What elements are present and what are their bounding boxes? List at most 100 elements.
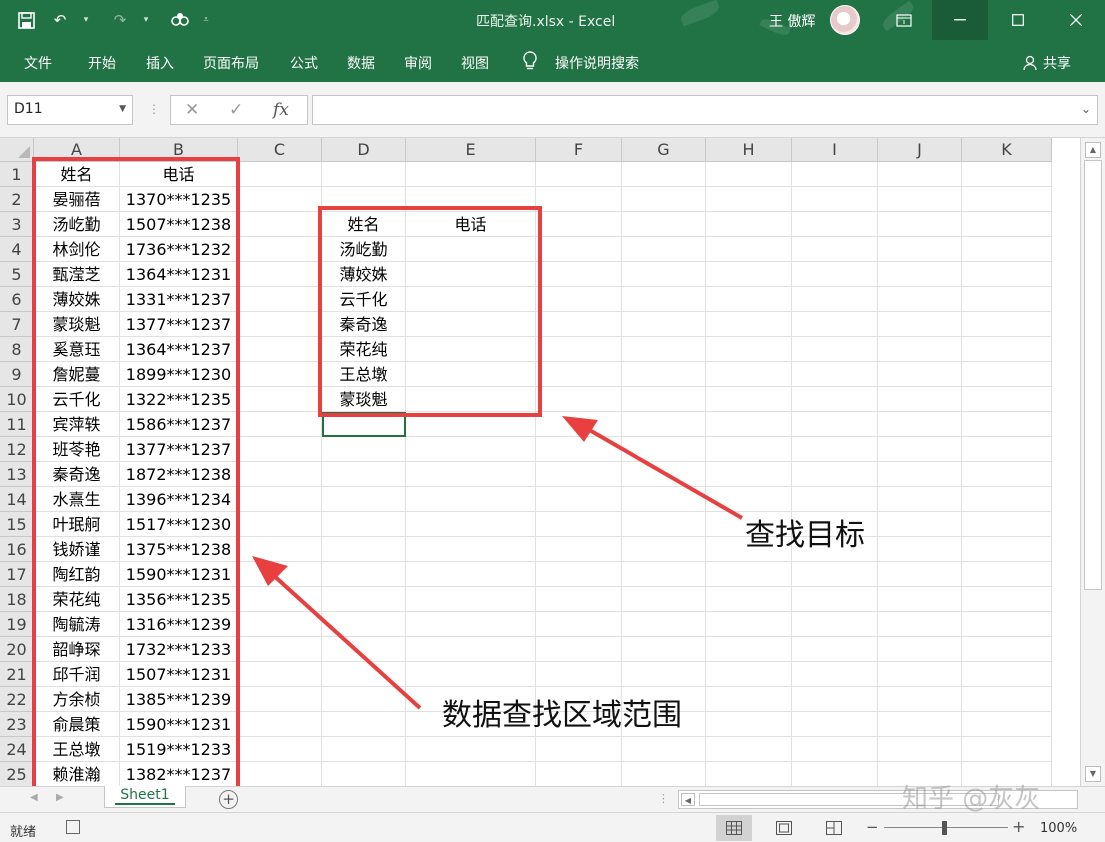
redo-dropdown-icon[interactable]: ▾ bbox=[134, 8, 158, 32]
scroll-thumb[interactable] bbox=[1084, 160, 1102, 590]
cell-G8[interactable] bbox=[622, 337, 706, 362]
cell-F20[interactable] bbox=[536, 637, 622, 662]
cell-G4[interactable] bbox=[622, 237, 706, 262]
cell-G20[interactable] bbox=[622, 637, 706, 662]
cell-C21[interactable] bbox=[238, 662, 322, 687]
cell-K8[interactable] bbox=[962, 337, 1052, 362]
row-header[interactable]: 20 bbox=[0, 637, 34, 662]
cell-C9[interactable] bbox=[238, 362, 322, 387]
zoom-level[interactable]: 100% bbox=[1040, 821, 1077, 836]
cell-G2[interactable] bbox=[622, 187, 706, 212]
row-header[interactable]: 4 bbox=[0, 237, 34, 262]
cell-I17[interactable] bbox=[792, 562, 878, 587]
cell-F6[interactable] bbox=[536, 287, 622, 312]
cell-J24[interactable] bbox=[878, 737, 962, 762]
cell-H10[interactable] bbox=[706, 387, 792, 412]
cell-J7[interactable] bbox=[878, 312, 962, 337]
chevron-down-icon[interactable]: ▼ bbox=[119, 104, 126, 114]
user-name[interactable]: 王 傲辉 bbox=[769, 11, 815, 31]
cell-C11[interactable] bbox=[238, 412, 322, 437]
cell-K3[interactable] bbox=[962, 212, 1052, 237]
cell-E16[interactable] bbox=[406, 537, 536, 562]
cell-J22[interactable] bbox=[878, 687, 962, 712]
cell-G11[interactable] bbox=[622, 412, 706, 437]
avatar[interactable] bbox=[830, 5, 860, 35]
row-header[interactable]: 19 bbox=[0, 612, 34, 637]
cell-H13[interactable] bbox=[706, 462, 792, 487]
cell-C18[interactable] bbox=[238, 587, 322, 612]
enter-icon[interactable]: ✓ bbox=[229, 100, 243, 120]
cell-G9[interactable] bbox=[622, 362, 706, 387]
cell-C16[interactable] bbox=[238, 537, 322, 562]
cell-H14[interactable] bbox=[706, 487, 792, 512]
prev-sheet-icon[interactable]: ◀ bbox=[30, 792, 38, 803]
cell-I23[interactable] bbox=[792, 712, 878, 737]
save-icon[interactable] bbox=[14, 8, 38, 32]
cell-G13[interactable] bbox=[622, 462, 706, 487]
ribbon-display-options-icon[interactable] bbox=[876, 0, 932, 40]
cell-I21[interactable] bbox=[792, 662, 878, 687]
splitter-icon[interactable]: ⋮ bbox=[148, 102, 160, 116]
column-header[interactable]: G bbox=[622, 138, 706, 162]
cell-I11[interactable] bbox=[792, 412, 878, 437]
cell-G17[interactable] bbox=[622, 562, 706, 587]
cell-J23[interactable] bbox=[878, 712, 962, 737]
cell-G14[interactable] bbox=[622, 487, 706, 512]
cell-J6[interactable] bbox=[878, 287, 962, 312]
cell-I14[interactable] bbox=[792, 487, 878, 512]
cell-C14[interactable] bbox=[238, 487, 322, 512]
next-sheet-icon[interactable]: ▶ bbox=[56, 792, 64, 803]
cell-J19[interactable] bbox=[878, 612, 962, 637]
cell-G15[interactable] bbox=[622, 512, 706, 537]
column-header[interactable]: D bbox=[322, 138, 406, 162]
cell-E25[interactable] bbox=[406, 762, 536, 786]
row-header[interactable]: 8 bbox=[0, 337, 34, 362]
cell-C19[interactable] bbox=[238, 612, 322, 637]
row-header[interactable]: 6 bbox=[0, 287, 34, 312]
tab-data[interactable]: 数据 bbox=[347, 53, 375, 73]
cell-G6[interactable] bbox=[622, 287, 706, 312]
splitter-icon[interactable]: ⋮ bbox=[658, 792, 669, 805]
cell-C2[interactable] bbox=[238, 187, 322, 212]
redo-icon[interactable]: ↷ bbox=[108, 8, 132, 32]
cell-E1[interactable] bbox=[406, 162, 536, 187]
cell-H1[interactable] bbox=[706, 162, 792, 187]
cell-K16[interactable] bbox=[962, 537, 1052, 562]
cell-K11[interactable] bbox=[962, 412, 1052, 437]
tell-me-search[interactable]: 操作说明搜索 bbox=[555, 53, 639, 73]
row-header[interactable]: 9 bbox=[0, 362, 34, 387]
cell-H3[interactable] bbox=[706, 212, 792, 237]
cell-K24[interactable] bbox=[962, 737, 1052, 762]
page-layout-view-icon[interactable] bbox=[766, 815, 802, 841]
cell-I12[interactable] bbox=[792, 437, 878, 462]
cell-F21[interactable] bbox=[536, 662, 622, 687]
cell-K6[interactable] bbox=[962, 287, 1052, 312]
cell-H5[interactable] bbox=[706, 262, 792, 287]
scroll-down-icon[interactable]: ▼ bbox=[1085, 766, 1101, 782]
cell-E21[interactable] bbox=[406, 662, 536, 687]
cell-H25[interactable] bbox=[706, 762, 792, 786]
tab-review[interactable]: 审阅 bbox=[404, 53, 432, 73]
cell-H20[interactable] bbox=[706, 637, 792, 662]
zoom-slider-thumb[interactable] bbox=[942, 821, 947, 835]
tab-home[interactable]: 开始 bbox=[88, 53, 116, 73]
cell-G16[interactable] bbox=[622, 537, 706, 562]
cell-D20[interactable] bbox=[322, 637, 406, 662]
cell-K18[interactable] bbox=[962, 587, 1052, 612]
cell-I13[interactable] bbox=[792, 462, 878, 487]
cell-J10[interactable] bbox=[878, 387, 962, 412]
cell-D19[interactable] bbox=[322, 612, 406, 637]
cell-I6[interactable] bbox=[792, 287, 878, 312]
cell-C1[interactable] bbox=[238, 162, 322, 187]
cell-E24[interactable] bbox=[406, 737, 536, 762]
cell-D24[interactable] bbox=[322, 737, 406, 762]
zoom-in-icon[interactable]: + bbox=[1012, 817, 1025, 836]
cell-H2[interactable] bbox=[706, 187, 792, 212]
cell-J13[interactable] bbox=[878, 462, 962, 487]
cell-E15[interactable] bbox=[406, 512, 536, 537]
cell-K5[interactable] bbox=[962, 262, 1052, 287]
cell-I8[interactable] bbox=[792, 337, 878, 362]
cell-C8[interactable] bbox=[238, 337, 322, 362]
cell-H8[interactable] bbox=[706, 337, 792, 362]
cell-G25[interactable] bbox=[622, 762, 706, 786]
